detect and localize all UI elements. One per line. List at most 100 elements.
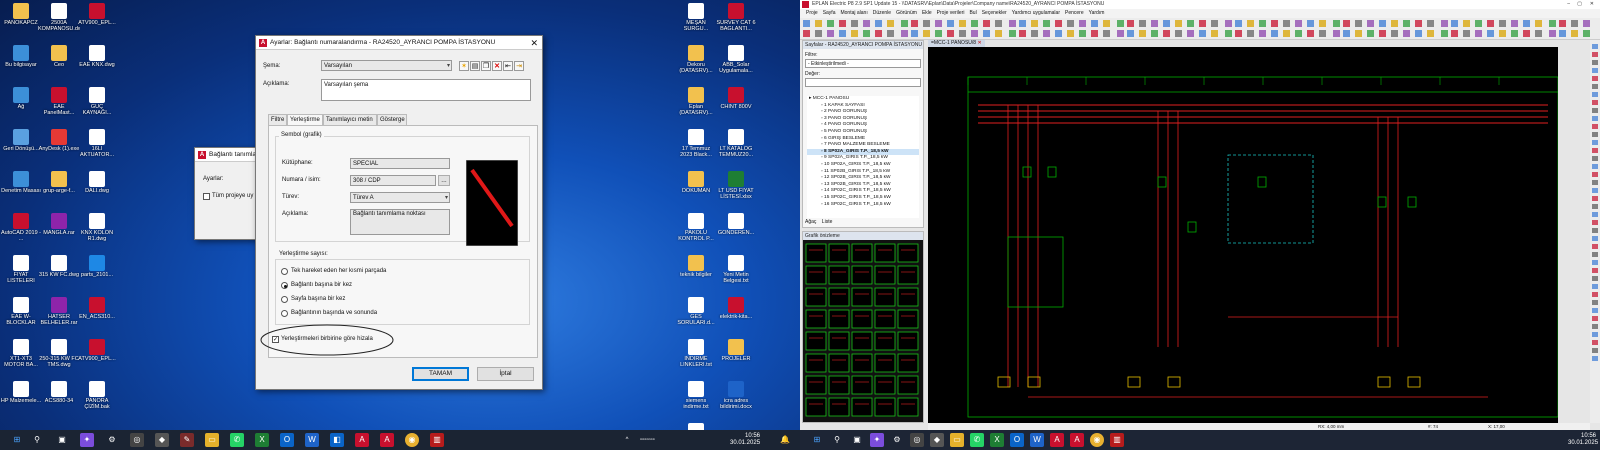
vertical-tool-icon[interactable] [1592, 60, 1598, 65]
outlook-icon[interactable]: O [280, 433, 294, 447]
vertical-tool-icon[interactable] [1592, 292, 1598, 297]
toolbar-button-icon[interactable] [1295, 30, 1302, 37]
vertical-tool-icon[interactable] [1592, 84, 1598, 89]
vertical-tool-icon[interactable] [1592, 92, 1598, 97]
toolbar-button-icon[interactable] [1307, 20, 1314, 27]
desktop-icon[interactable]: Geri Dönüşü... [0, 129, 42, 152]
toolbar-button-icon[interactable] [983, 20, 990, 27]
page-thumbnail[interactable] [897, 287, 919, 307]
clock-left[interactable]: 10:56 30.01.2025 [730, 433, 760, 447]
windows-start-icon[interactable]: ⊞ [10, 433, 24, 447]
toolbar-button-icon[interactable] [1549, 20, 1556, 27]
page-thumbnail[interactable] [897, 265, 919, 285]
word-icon[interactable]: W [305, 433, 319, 447]
desktop-icon[interactable]: 2500A KOMPANOSU.dwg [38, 3, 80, 32]
toolbar-button-icon[interactable] [1055, 30, 1062, 37]
page-thumbnail[interactable] [851, 353, 873, 373]
windows-start-icon[interactable]: ⊞ [810, 433, 824, 447]
eplan-taskbar-icon[interactable]: A [1050, 433, 1064, 447]
autocad-taskbar-icon[interactable]: A [380, 433, 394, 447]
desktop-icon[interactable]: ACS880-34 [38, 381, 80, 404]
close-icon[interactable]: ✕ [977, 40, 981, 46]
desktop-icon[interactable]: GÜÇ KAYNAĞI... [76, 87, 118, 116]
desktop-icon[interactable]: GÖNDEREN... [715, 213, 757, 236]
toolbar-button-icon[interactable] [983, 30, 990, 37]
desktop-icon[interactable]: Ağ [0, 87, 42, 110]
pages-panel-header[interactable]: Sayfalar - RA24520_AYRANCI POMPA İSTASYO… [803, 41, 923, 49]
toolbar-button-icon[interactable] [1333, 30, 1340, 37]
vertical-tool-icon[interactable] [1592, 244, 1598, 249]
filter-select[interactable]: - Etkinleştirilmedi - [805, 59, 921, 68]
toolbar-button-icon[interactable] [1403, 20, 1410, 27]
page-thumbnail[interactable] [828, 287, 850, 307]
radio-start-and-end[interactable] [281, 310, 288, 317]
page-thumbnail[interactable] [874, 309, 896, 329]
menu-item[interactable]: Görünüm [896, 10, 917, 16]
page-thumbnail[interactable] [874, 265, 896, 285]
copilot-icon[interactable]: ✦ [870, 433, 884, 447]
vertical-tool-icon[interactable] [1592, 44, 1598, 49]
desktop-icon[interactable]: PANOKAPCZ [0, 3, 42, 26]
page-thumbnail[interactable] [851, 265, 873, 285]
toolbar-button-icon[interactable] [1151, 20, 1158, 27]
toolbar-button-icon[interactable] [1225, 20, 1232, 27]
whatsapp-icon[interactable]: ✆ [970, 433, 984, 447]
page-tree-item[interactable]: ▫ 2 PANO GÖRÜNÜŞ [807, 109, 919, 116]
vertical-tool-icon[interactable] [1592, 236, 1598, 241]
toolbar-button-icon[interactable] [1441, 30, 1448, 37]
toolbar-button-icon[interactable] [1367, 30, 1374, 37]
desktop-icon[interactable]: FIYAT LISTELERI [0, 255, 42, 284]
toolbar-button-icon[interactable] [851, 20, 858, 27]
toolbar-button-icon[interactable] [887, 20, 894, 27]
toolbar-button-icon[interactable] [1427, 20, 1434, 27]
toolbar-button-icon[interactable] [1067, 20, 1074, 27]
toolbar-button-icon[interactable] [1043, 30, 1050, 37]
desktop-icon[interactable]: XT1-XT3 MOTOR BA... [0, 339, 42, 368]
tree-root[interactable]: ▸ MCC-1 PANOSU [807, 96, 919, 103]
menu-item[interactable]: Düzenle [873, 10, 891, 16]
page-thumbnail[interactable] [897, 397, 919, 417]
desktop-icon[interactable]: AnyDesk (1).exe [38, 129, 80, 152]
toolbar-button-icon[interactable] [1583, 30, 1590, 37]
excel-icon[interactable]: X [255, 433, 269, 447]
desktop-icon[interactable]: MANGLA.rar [38, 213, 80, 236]
desktop-icon[interactable]: parts_2101... [76, 255, 118, 278]
cancel-button[interactable]: İptal [477, 367, 534, 381]
toolbar-button-icon[interactable] [901, 30, 908, 37]
toolbar-button-icon[interactable] [1031, 30, 1038, 37]
vertical-tool-icon[interactable] [1592, 212, 1598, 217]
desktop-icon[interactable]: teknik bilgiler [675, 255, 717, 278]
toolbar-button-icon[interactable] [1283, 30, 1290, 37]
toolbar-button-icon[interactable] [1079, 20, 1086, 27]
close-icon[interactable]: ✕ [530, 36, 538, 50]
page-thumbnail[interactable] [851, 397, 873, 417]
export-scheme-icon[interactable]: ⇥ [514, 61, 524, 71]
toolbar-button-icon[interactable] [1333, 20, 1340, 27]
toolbar-button-icon[interactable] [1127, 30, 1134, 37]
toolbar-button-icon[interactable] [1379, 30, 1386, 37]
toolbar-button-icon[interactable] [1019, 20, 1026, 27]
menu-item[interactable]: Sayfa [823, 10, 836, 16]
page-thumbnail[interactable] [805, 397, 827, 417]
schema-select[interactable]: Varsayılan ▾ [321, 60, 452, 71]
vertical-tool-icon[interactable] [1592, 156, 1598, 161]
close-icon[interactable]: ✕ [1590, 0, 1594, 9]
menu-item[interactable]: Proje [806, 10, 818, 16]
toolbar-button-icon[interactable] [1391, 20, 1398, 27]
toolbar-button-icon[interactable] [1307, 30, 1314, 37]
browse-symbol-button[interactable]: ... [438, 175, 450, 186]
page-thumbnail[interactable] [851, 243, 873, 263]
vertical-tool-icon[interactable] [1592, 308, 1598, 313]
vertical-tool-icon[interactable] [1592, 188, 1598, 193]
toolbar-button-icon[interactable] [1427, 30, 1434, 37]
desktop-icon[interactable]: LT USD FIYAT LİSTESİ.xlsx [715, 171, 757, 200]
toolbar-button-icon[interactable] [1019, 30, 1026, 37]
toolbar-button-icon[interactable] [1535, 20, 1542, 27]
background-dialog-checkbox[interactable] [203, 193, 210, 200]
menu-item[interactable]: Yardımcı uygulamalar [1012, 10, 1060, 16]
description-input[interactable]: Varsayılan şema [321, 79, 531, 101]
vertical-tool-icon[interactable] [1592, 76, 1598, 81]
page-thumbnail[interactable] [828, 331, 850, 351]
toolbar-button-icon[interactable] [959, 20, 966, 27]
toolbar-button-icon[interactable] [1031, 20, 1038, 27]
